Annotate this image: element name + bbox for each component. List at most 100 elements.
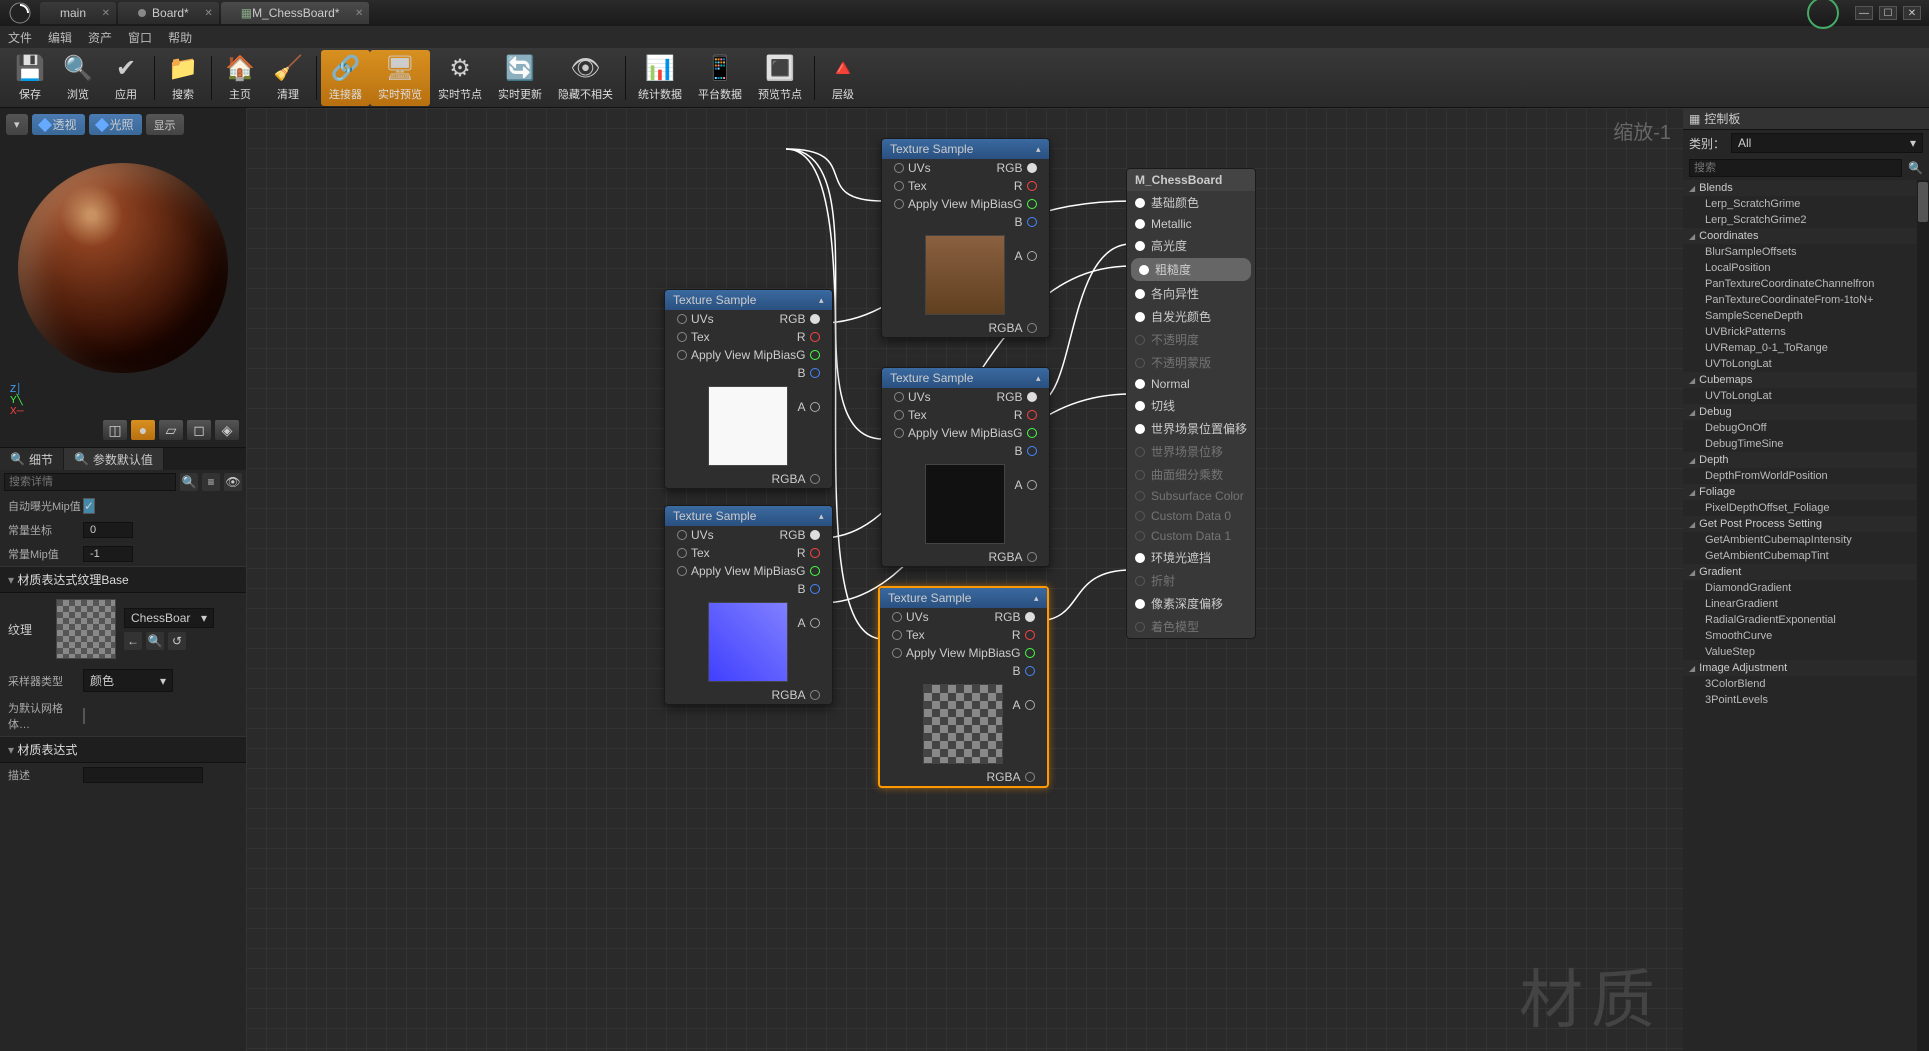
toolbar-清理[interactable]: 🧹清理 (264, 50, 312, 106)
material-pin[interactable]: 粗糙度 (1131, 258, 1251, 281)
palette-category[interactable]: Get Post Process Setting (1683, 516, 1929, 532)
material-graph[interactable]: 缩放-1 材质 Texture Sample▴ UVsRGB TexR Appl… (246, 108, 1683, 1051)
const-coord-input[interactable] (83, 522, 133, 538)
source-control-icon[interactable] (1807, 0, 1839, 29)
material-pin[interactable]: 曲面细分乘数 (1127, 463, 1255, 486)
toolbar-隐藏不相关[interactable]: 👁隐藏不相关 (550, 50, 621, 106)
tab-material[interactable]: ▦ M_ChessBoard*✕ (221, 2, 370, 24)
node-texture-sample[interactable]: Texture Sample▴ UVsRGB TexR Apply View M… (664, 505, 833, 705)
close-icon[interactable]: ✕ (204, 8, 212, 19)
palette-item[interactable]: SmoothCurve (1683, 628, 1929, 644)
tab-main[interactable]: main✕ (40, 2, 116, 24)
reset-icon[interactable]: ↺ (168, 632, 186, 650)
palette-item[interactable]: BlurSampleOffsets (1683, 244, 1929, 260)
toolbar-平台数据[interactable]: 📱平台数据 (690, 50, 750, 106)
category-select[interactable]: All▾ (1731, 133, 1923, 153)
menu-help[interactable]: 帮助 (168, 29, 192, 46)
menu-edit[interactable]: 编辑 (48, 29, 72, 46)
node-texture-sample[interactable]: Texture Sample▴ UVsRGB TexR Apply View M… (664, 289, 833, 489)
maximize-button[interactable]: ☐ (1879, 6, 1897, 20)
close-icon[interactable]: ✕ (102, 8, 110, 19)
palette-item[interactable]: PanTextureCoordinateChannelfron (1683, 276, 1929, 292)
material-pin[interactable]: 环境光遮挡 (1127, 546, 1255, 569)
sampler-type-select[interactable]: 颜色▾ (83, 669, 173, 692)
palette-item[interactable]: DepthFromWorldPosition (1683, 468, 1929, 484)
menu-window[interactable]: 窗口 (128, 29, 152, 46)
search-icon[interactable]: 🔍 (1908, 161, 1923, 175)
material-pin[interactable]: 不透明蒙版 (1127, 351, 1255, 374)
palette-item[interactable]: DebugOnOff (1683, 420, 1929, 436)
tab-board[interactable]: Board*✕ (118, 2, 219, 24)
material-pin[interactable]: 像素深度偏移 (1127, 592, 1255, 615)
checkbox[interactable]: ✓ (83, 498, 95, 514)
material-pin[interactable]: 折射 (1127, 569, 1255, 592)
prim-cylinder[interactable]: ◫ (102, 419, 128, 441)
material-pin[interactable]: 不透明度 (1127, 328, 1255, 351)
palette-category[interactable]: Debug (1683, 404, 1929, 420)
material-pin[interactable]: 自发光颜色 (1127, 305, 1255, 328)
palette-item[interactable]: PanTextureCoordinateFrom-1toN+ (1683, 292, 1929, 308)
palette-item[interactable]: 3PointLevels (1683, 692, 1929, 708)
palette-item[interactable]: Lerp_ScratchGrime (1683, 196, 1929, 212)
material-pin[interactable]: Custom Data 1 (1127, 526, 1255, 546)
viewport-lit[interactable]: 光照 (89, 114, 142, 135)
material-pin[interactable]: 基础颜色 (1127, 191, 1255, 214)
palette-category[interactable]: Coordinates (1683, 228, 1929, 244)
toolbar-应用[interactable]: ✔应用 (102, 50, 150, 106)
toolbar-连接器[interactable]: 🔗连接器 (321, 50, 370, 106)
preview-viewport[interactable]: ▾ 透视 光照 显示 Z│Y╲X─ ◫ ● ▱ ◻ ◈ (0, 108, 246, 448)
palette-item[interactable]: LocalPosition (1683, 260, 1929, 276)
toolbar-统计数据[interactable]: 📊统计数据 (630, 50, 690, 106)
palette-item[interactable]: RadialGradientExponential (1683, 612, 1929, 628)
toolbar-浏览[interactable]: 🔍浏览 (54, 50, 102, 106)
toolbar-实时预览[interactable]: 🖥实时预览 (370, 50, 430, 106)
const-mip-input[interactable] (83, 546, 133, 562)
palette-search-input[interactable] (1689, 159, 1902, 177)
menu-asset[interactable]: 资产 (88, 29, 112, 46)
node-texture-sample-selected[interactable]: Texture Sample▴ UVsRGB TexR Apply View M… (878, 586, 1049, 788)
material-pin[interactable]: 高光度 (1127, 234, 1255, 257)
palette-category[interactable]: Cubemaps (1683, 372, 1929, 388)
palette-category[interactable]: Image Adjustment (1683, 660, 1929, 676)
prim-cube[interactable]: ◻ (186, 419, 212, 441)
palette-category[interactable]: Depth (1683, 452, 1929, 468)
desc-input[interactable] (83, 767, 203, 783)
texture-selector[interactable]: ChessBoar▾ (124, 608, 214, 628)
toolbar-保存[interactable]: 💾保存 (6, 50, 54, 106)
eye-icon[interactable]: 👁 (224, 473, 242, 491)
details-search-input[interactable] (4, 473, 176, 491)
tab-defaults[interactable]: 🔍参数默认值 (64, 448, 164, 470)
palette-category[interactable]: Gradient (1683, 564, 1929, 580)
palette-item[interactable]: UVBrickPatterns (1683, 324, 1929, 340)
palette-item[interactable]: ValueStep (1683, 644, 1929, 660)
toolbar-层级[interactable]: 🔺层级 (819, 50, 867, 106)
palette-item[interactable]: Lerp_ScratchGrime2 (1683, 212, 1929, 228)
section-expression[interactable]: 材质表达式 (0, 736, 246, 763)
material-pin[interactable]: 切线 (1127, 394, 1255, 417)
palette-category[interactable]: Foliage (1683, 484, 1929, 500)
node-material-output[interactable]: M_ChessBoard 基础颜色Metallic高光度粗糙度各向异性自发光颜色… (1126, 168, 1256, 639)
palette-item[interactable]: DiamondGradient (1683, 580, 1929, 596)
viewport-show[interactable]: 显示 (146, 114, 184, 135)
toolbar-实时更新[interactable]: 🔄实时更新 (490, 50, 550, 106)
checkbox[interactable] (83, 708, 85, 724)
palette-item[interactable]: UVRemap_0-1_ToRange (1683, 340, 1929, 356)
material-pin[interactable]: Metallic (1127, 214, 1255, 234)
palette-item[interactable]: DebugTimeSine (1683, 436, 1929, 452)
filter-icon[interactable]: ≡ (202, 473, 220, 491)
palette-item[interactable]: GetAmbientCubemapIntensity (1683, 532, 1929, 548)
palette-item[interactable]: GetAmbientCubemapTint (1683, 548, 1929, 564)
material-pin[interactable]: 各向异性 (1127, 282, 1255, 305)
material-pin[interactable]: Custom Data 0 (1127, 506, 1255, 526)
palette-category[interactable]: Blends (1683, 180, 1929, 196)
viewport-dropdown[interactable]: ▾ (6, 114, 28, 135)
material-pin[interactable]: 世界场景位置偏移 (1127, 417, 1255, 440)
prim-sphere[interactable]: ● (130, 419, 156, 441)
close-button[interactable]: ✕ (1903, 6, 1921, 20)
scrollbar[interactable] (1917, 180, 1929, 1051)
material-pin[interactable]: 着色模型 (1127, 615, 1255, 638)
palette-item[interactable]: 3ColorBlend (1683, 676, 1929, 692)
node-texture-sample[interactable]: Texture Sample▴ UVsRGB TexR Apply View M… (881, 367, 1050, 567)
palette-item[interactable]: PixelDepthOffset_Foliage (1683, 500, 1929, 516)
prim-plane[interactable]: ▱ (158, 419, 184, 441)
